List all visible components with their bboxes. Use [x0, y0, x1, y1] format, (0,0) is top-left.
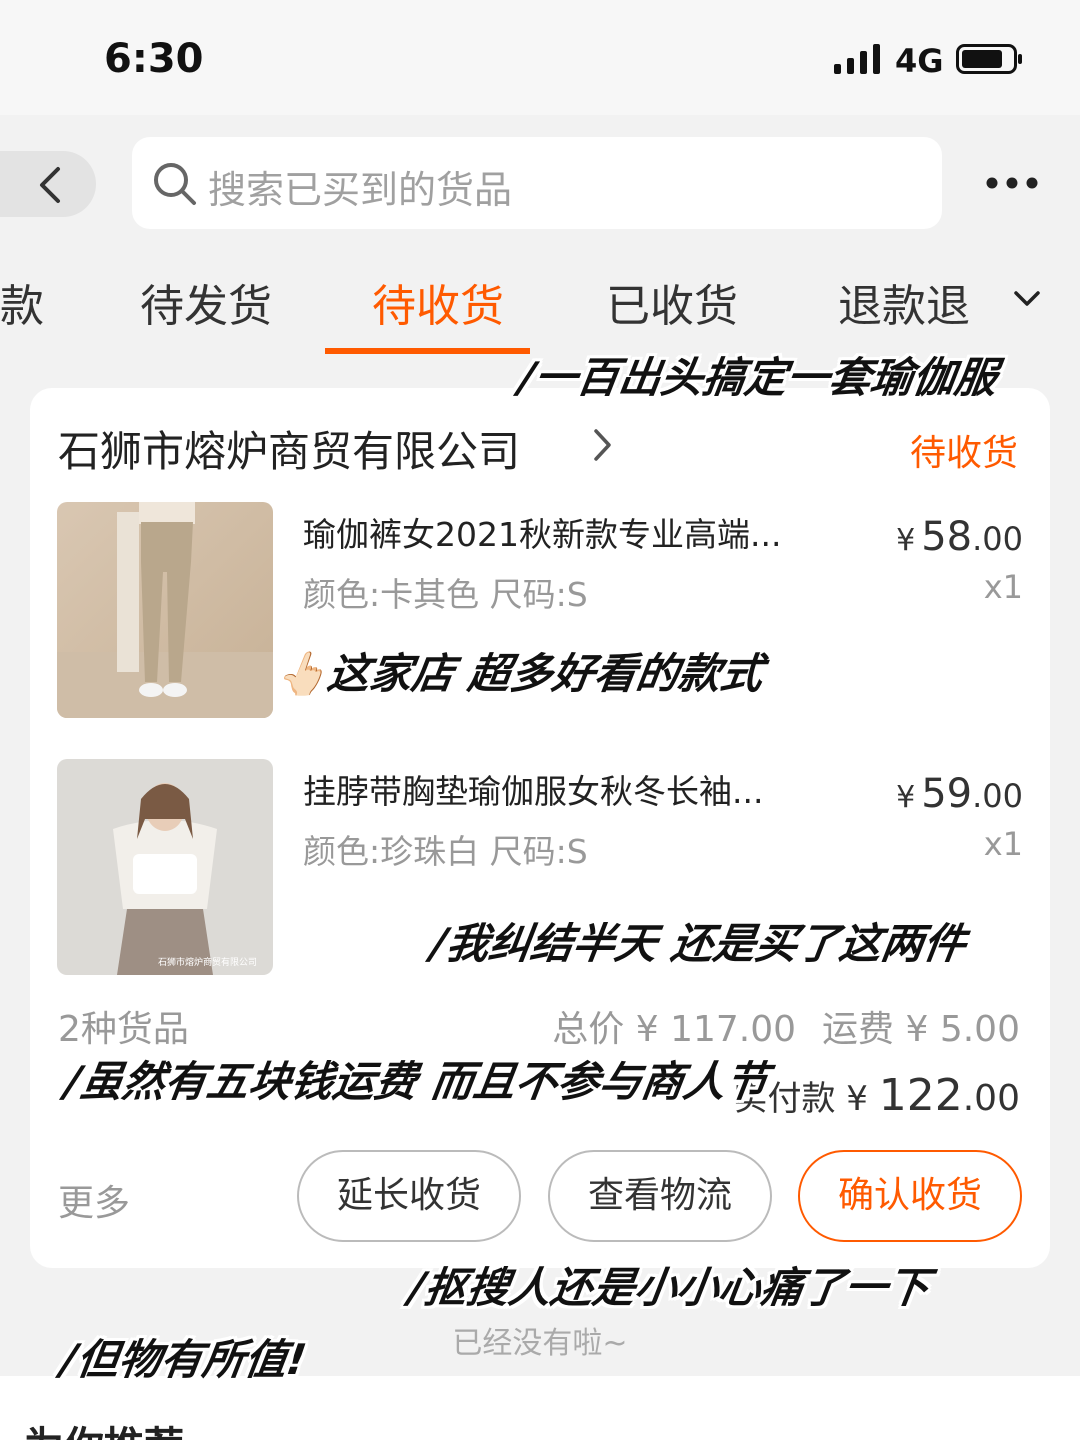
caption-text: /虽然有五块钱运费 而且不参与商人节 [62, 1057, 771, 1106]
battery-icon [956, 44, 1022, 74]
active-tab-indicator [325, 348, 530, 354]
product-price: ¥58.00 [896, 514, 1023, 560]
status-bar: 6:30 4G [0, 0, 1080, 115]
product-image: 石狮市熔炉商贸有限公司 [57, 759, 273, 975]
search-input[interactable]: 搜索已买到的货品 [132, 137, 942, 229]
caption-text: 👆🏻这家店 超多好看的款式 [272, 649, 766, 698]
caption-text: /我纠结半天 还是买了这两件 [428, 919, 969, 968]
confirm-receipt-button[interactable]: 确认收货 [798, 1150, 1022, 1242]
tab-refund[interactable]: 退款退 [838, 270, 970, 334]
extend-receipt-button[interactable]: 延长收货 [297, 1150, 521, 1242]
product-spec: 颜色:珍珠白 尺码:S [303, 832, 588, 871]
network-type: 4G [895, 42, 944, 80]
chevron-left-icon [40, 167, 60, 203]
caption-text: /抠搜人还是小小心痛了一下 [406, 1263, 933, 1312]
product-price: ¥59.00 [896, 771, 1023, 817]
clock: 6:30 [104, 36, 204, 82]
product-quantity: x1 [983, 825, 1023, 863]
product-quantity: x1 [983, 568, 1023, 606]
chevron-down-icon[interactable] [1013, 290, 1041, 308]
header: 搜索已买到的货品 [0, 115, 1080, 250]
goods-count: 2种货品 [58, 1009, 189, 1050]
search-placeholder: 搜索已买到的货品 [208, 168, 513, 212]
view-logistics-button[interactable]: 查看物流 [548, 1150, 772, 1242]
order-totals: 总价 ¥ 117.00 运费 ¥ 5.00 [526, 1000, 1020, 1052]
product-title: 瑜伽裤女2021秋新款专业高端... [303, 515, 782, 554]
search-icon [154, 163, 196, 205]
product-spec: 颜色:卡其色 尺码:S [303, 575, 588, 614]
order-status: 待收货 [909, 433, 1018, 474]
more-link[interactable]: 更多 [58, 1174, 130, 1226]
caption-text: /一百出头搞定一套瑜伽服 [516, 353, 1001, 402]
chevron-right-icon[interactable] [592, 428, 612, 462]
product-title: 挂脖带胸垫瑜伽服女秋冬长袖... [303, 772, 764, 811]
image-watermark: 石狮市熔炉商贸有限公司 [158, 956, 257, 968]
product-image [57, 502, 273, 718]
total-price: 总价 ¥ 117.00 [552, 1009, 797, 1050]
order-card: 石狮市熔炉商贸有限公司 待收货 瑜伽裤女2021秋新款专业高端... 颜色:卡其… [30, 388, 1050, 1268]
shop-name[interactable]: 石狮市熔炉商贸有限公司 [58, 418, 520, 479]
tab-to-ship[interactable]: 待发货 [140, 270, 272, 334]
shipping-fee: 运费 ¥ 5.00 [822, 1009, 1020, 1050]
caption-text: /但物有所值! [58, 1335, 310, 1384]
tab-received[interactable]: 已收货 [606, 270, 738, 334]
tab-refund-partial[interactable]: 款 [0, 270, 44, 334]
paid-amount: 实付款 ¥ 122.00 [733, 1070, 1020, 1121]
more-options-icon[interactable] [984, 171, 1040, 195]
back-button[interactable] [0, 151, 96, 217]
signal-icon [834, 44, 880, 74]
recommend-title: 为你推荐 [24, 1414, 184, 1440]
tab-to-receive[interactable]: 待收货 [372, 270, 504, 334]
